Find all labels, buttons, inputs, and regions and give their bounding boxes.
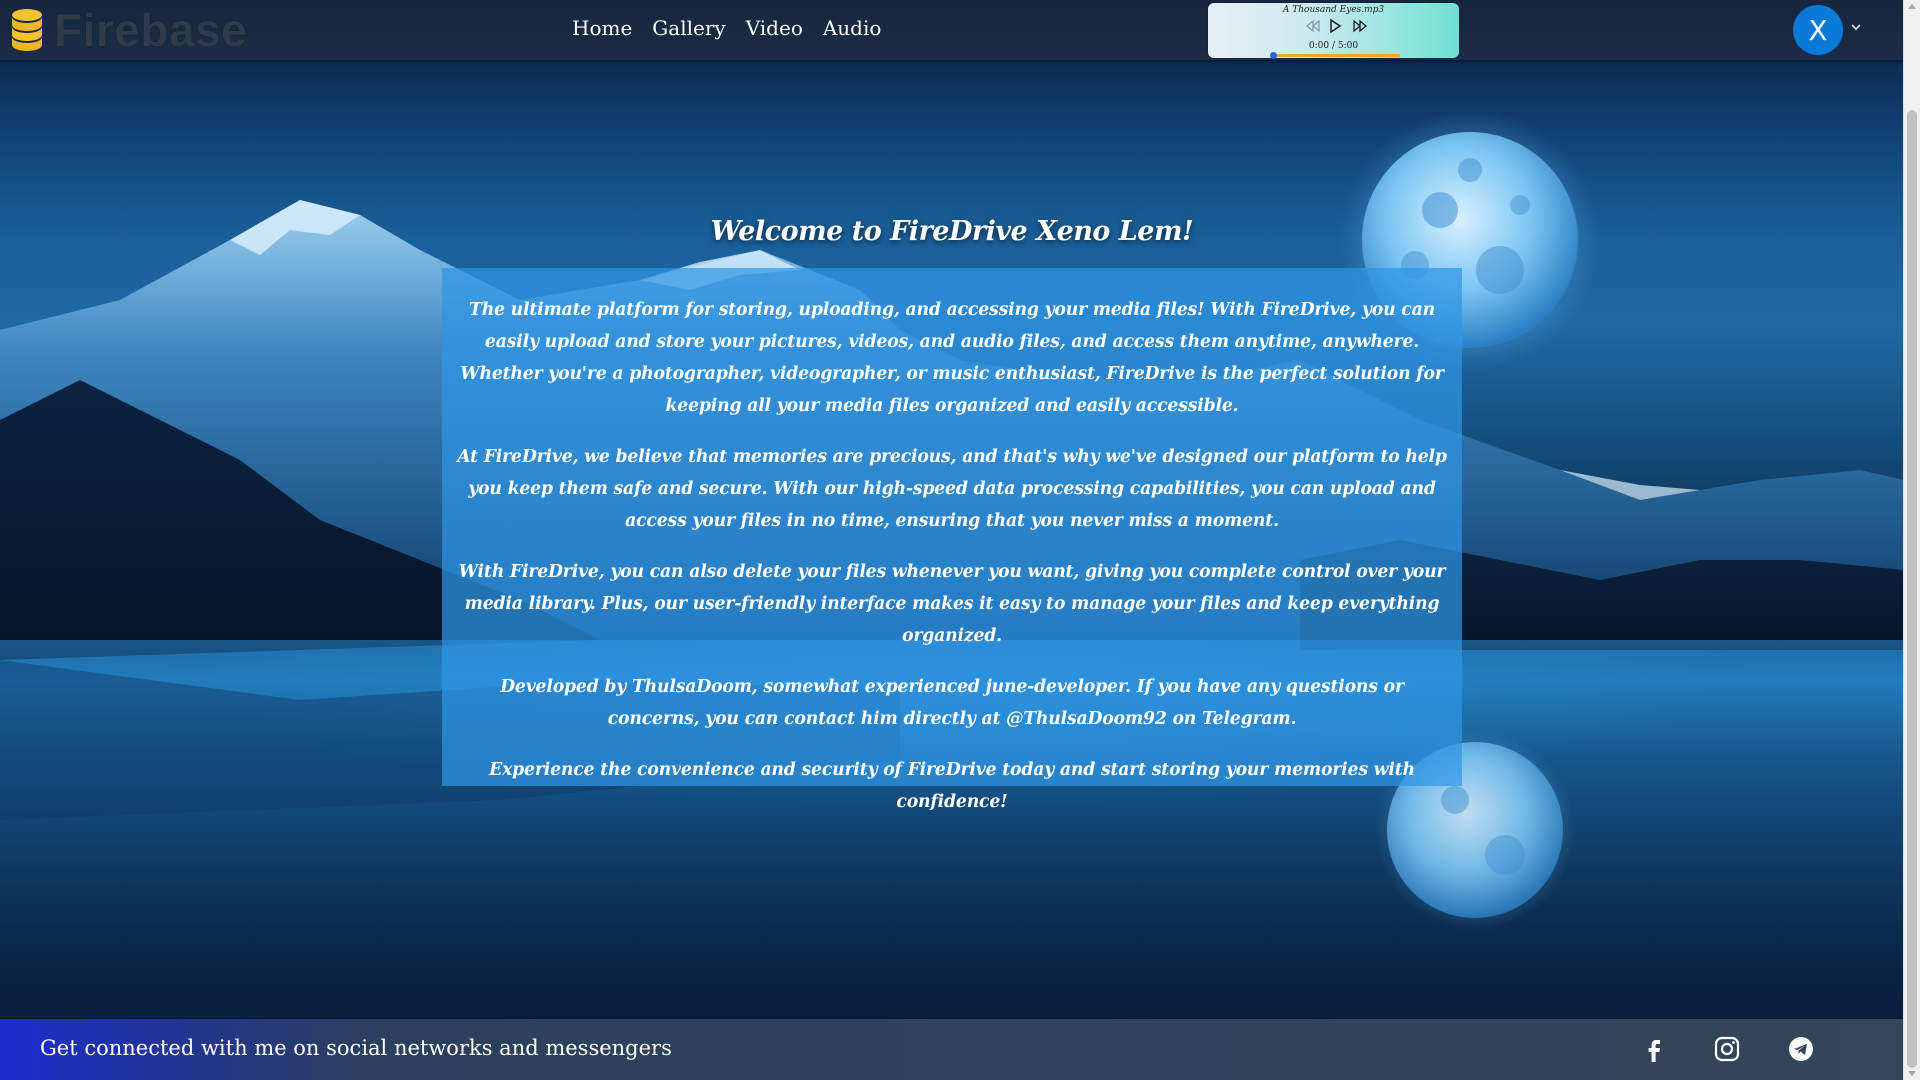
user-avatar[interactable]: X [1793,5,1843,55]
scroll-up-arrow-icon[interactable] [1908,4,1916,9]
time-display: 0:00 / 5:00 [1308,41,1359,51]
telegram-icon[interactable] [1787,1035,1815,1063]
facebook-icon[interactable] [1640,1035,1668,1063]
progress-handle[interactable] [1270,52,1277,59]
about-paragraph: At FireDrive, we believe that memories a… [457,447,1447,531]
nav-link-home[interactable]: Home [572,16,632,40]
about-paragraph: Developed by ThulsaDoom, somewhat experi… [500,677,1404,729]
next-track-icon[interactable] [1351,18,1369,34]
footer: Get connected with me on social networks… [0,1019,1904,1080]
about-card: The ultimate platform for storing, uploa… [442,268,1462,812]
about-paragraph: With FireDrive, you can also delete your… [458,562,1446,646]
audio-player: A Thousand Eyes.mp3 0:00 / 5:00 [1208,3,1459,59]
main-nav: Home Gallery Video Audio [572,16,881,40]
track-name: A Thousand Eyes.mp3 [1282,5,1385,15]
instagram-icon[interactable] [1713,1035,1741,1063]
footer-text: Get connected with me on social networks… [40,1036,672,1060]
page-scrollbar[interactable] [1903,0,1920,1080]
scroll-thumb[interactable] [1907,110,1917,1068]
chevron-down-icon[interactable] [1850,22,1862,32]
nav-link-gallery[interactable]: Gallery [652,16,725,40]
previous-track-icon[interactable] [1304,18,1322,34]
firebase-db-icon [12,9,42,51]
scroll-down-arrow-icon[interactable] [1908,1071,1916,1076]
brand-logo[interactable]: Firebase [10,4,247,56]
about-paragraph: Experience the convenience and security … [489,760,1415,812]
nav-link-audio[interactable]: Audio [823,16,882,40]
page-title: Welcome to FireDrive Xeno Lem! [710,216,1194,248]
top-navbar: Firebase Home Gallery Video Audio A Thou… [0,0,1904,60]
about-paragraph: The ultimate platform for storing, uploa… [460,300,1444,416]
progress-bar[interactable] [1272,54,1400,57]
play-icon[interactable] [1326,18,1344,34]
nav-link-video[interactable]: Video [746,16,803,40]
brand-name: Firebase [54,4,248,56]
